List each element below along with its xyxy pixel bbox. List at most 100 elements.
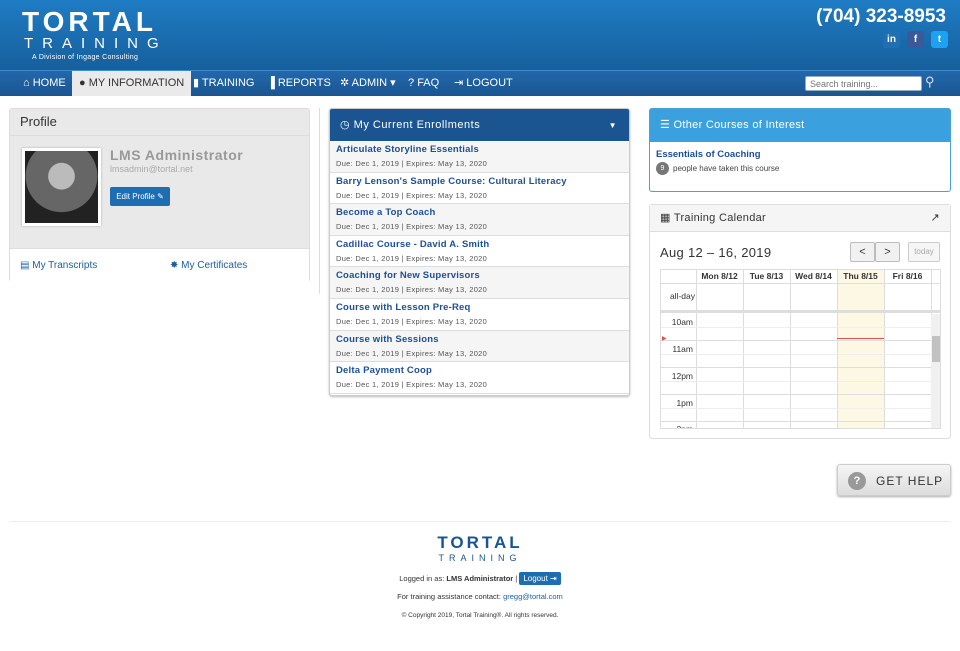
course-due: Due: Dec 1, 2019 | Expires: May 13, 2020 — [336, 253, 488, 263]
home-icon: ⌂ — [23, 77, 33, 89]
grid-line — [661, 327, 940, 328]
profile-title: Profile — [10, 109, 309, 136]
book-icon: ▮ — [193, 77, 202, 89]
nav-my-information[interactable]: ● MY INFORMATION — [72, 71, 192, 96]
footer-logo-sub: TRAINING — [438, 553, 522, 563]
logo-main: TORTAL — [22, 6, 157, 37]
get-help-label: GET HELP — [876, 474, 944, 488]
now-indicator — [837, 338, 884, 339]
get-help-button[interactable]: ? GET HELP — [837, 464, 951, 496]
social-links: in f t — [883, 31, 948, 48]
assist-email-link[interactable]: gregg@tortal.com — [503, 592, 563, 601]
list-item[interactable]: Delta Payment Coop Due: Dec 1, 2019 | Exp… — [330, 362, 629, 394]
other-course-link[interactable]: Essentials of Coaching — [656, 149, 950, 160]
nav-logout[interactable]: ⇥ LOGOUT — [447, 71, 520, 96]
main-nav: ⌂ HOME ● MY INFORMATION ▮ TRAINING ▐ REP… — [0, 70, 960, 96]
logo[interactable]: TORTAL TRAINING A Division of Ingage Con… — [22, 6, 168, 62]
nav-reports[interactable]: ▐ REPORTS — [260, 71, 338, 96]
facebook-icon[interactable]: f — [907, 31, 924, 48]
list-item[interactable]: Coaching for New Supervisors Due: Dec 1, … — [330, 267, 629, 299]
course-title[interactable]: Coaching for New Supervisors — [336, 270, 623, 281]
edit-profile-button[interactable]: Edit Profile ✎ — [110, 187, 170, 206]
assist-prefix: For training assistance contact: — [397, 592, 501, 601]
my-certificates-link[interactable]: ✸ My Certificates — [170, 260, 247, 271]
course-due: Due: Dec 1, 2019 | Expires: May 13, 2020 — [336, 285, 488, 295]
nav-training-label: TRAINING — [201, 77, 255, 89]
copyright: © Copyright 2019, Tortal Training®. All … — [401, 612, 559, 619]
day-column — [790, 270, 791, 428]
grid-line — [661, 421, 940, 422]
day-header: Wed 8/14 — [795, 271, 832, 281]
list-icon: ▤ — [20, 260, 33, 271]
my-transcripts-link[interactable]: ▤ My Transcripts — [20, 260, 97, 271]
course-title[interactable]: Cadillac Course - David A. Smith — [336, 239, 623, 250]
scrollbar-thumb[interactable] — [932, 336, 940, 362]
my-transcripts-label: My Transcripts — [32, 260, 98, 271]
grid-line — [661, 367, 940, 368]
time-label: 12pm — [671, 371, 693, 381]
training-calendar: ▦ Training Calendar ↗ Aug 12 – 16, 2019 … — [649, 204, 951, 439]
nav-home[interactable]: ⌂ HOME — [16, 71, 73, 96]
linkedin-icon[interactable]: in — [883, 31, 900, 48]
count-badge: 9 — [656, 162, 669, 175]
edit-icon: ✎ — [157, 192, 164, 201]
list-item[interactable]: Cadillac Course - David A. Smith Due: Dec… — [330, 236, 629, 268]
footer-logout-button[interactable]: Logout ⇥ — [519, 572, 561, 585]
site-header: TORTAL TRAINING A Division of Ingage Con… — [0, 0, 960, 70]
gear-icon: ✲ — [340, 77, 352, 89]
day-column — [837, 270, 838, 428]
allday-label: all-day — [669, 291, 695, 301]
day-header: Tue 8/13 — [749, 271, 784, 281]
other-courses-header: ☰ Other Courses of Interest — [650, 109, 950, 142]
chevron-down-icon[interactable]: ▼ — [609, 109, 617, 143]
calendar-scrollbar[interactable] — [931, 314, 940, 428]
user-icon: ● — [79, 77, 89, 89]
course-title[interactable]: Become a Top Coach — [336, 207, 623, 218]
search-icon[interactable]: ⚲ — [925, 74, 941, 90]
grid-line — [661, 354, 940, 355]
external-link-icon[interactable]: ↗ — [930, 205, 940, 232]
calendar-next-button[interactable]: > — [875, 242, 900, 262]
calendar-prev-button[interactable]: < — [850, 242, 875, 262]
course-title[interactable]: Barry Lenson's Sample Course: Cultural L… — [336, 176, 623, 187]
footer-logo-main: TORTAL — [437, 533, 523, 552]
clock-icon: ◷ — [340, 119, 354, 131]
nav-faq[interactable]: ? FAQ — [401, 71, 446, 96]
grid-line — [661, 394, 940, 395]
assist-line: For training assistance contact: gregg@t… — [0, 592, 960, 601]
nav-my-information-label: MY INFORMATION — [88, 77, 185, 89]
time-label: 10am — [671, 317, 693, 327]
search-input[interactable] — [805, 76, 922, 91]
bar-chart-icon: ▐ — [267, 77, 278, 89]
enrollments-header[interactable]: ◷ My Current Enrollments ▼ — [330, 109, 629, 141]
time-label: 2pm — [676, 424, 693, 429]
nav-logout-label: LOGOUT — [466, 77, 513, 89]
my-certificates-label: My Certificates — [181, 260, 248, 271]
list-item[interactable]: Barry Lenson's Sample Course: Cultural L… — [330, 173, 629, 205]
list-item[interactable]: Become a Top Coach Due: Dec 1, 2019 | Exp… — [330, 204, 629, 236]
course-title[interactable]: Course with Lesson Pre-Req — [336, 302, 623, 313]
list-item[interactable]: Articulate Storyline Essentials Due: Dec … — [330, 141, 629, 173]
list-item[interactable]: Course with Lesson Pre-Req Due: Dec 1, 20… — [330, 299, 629, 331]
enrollments-title: My Current Enrollments — [353, 119, 481, 131]
divider — [319, 108, 320, 294]
phone-number: (704) 323-8953 — [816, 6, 946, 27]
grid-line — [661, 340, 940, 341]
course-title[interactable]: Course with Sessions — [336, 334, 623, 345]
course-due: Due: Dec 1, 2019 | Expires: May 13, 2020 — [336, 348, 488, 358]
chevron-down-icon: ▾ — [387, 77, 396, 89]
list-item[interactable]: Course with Sessions Due: Dec 1, 2019 | E… — [330, 330, 629, 363]
twitter-icon[interactable]: t — [931, 31, 948, 48]
footer-divider — [9, 521, 951, 522]
grid-line — [661, 381, 940, 382]
course-title[interactable]: Delta Payment Coop — [336, 365, 623, 376]
now-arrow-icon: ▶ — [662, 336, 667, 342]
nav-training[interactable]: ▮ TRAINING — [186, 71, 261, 96]
calendar-title: Training Calendar — [673, 212, 766, 224]
calendar-header: ▦ Training Calendar ↗ — [650, 205, 950, 232]
avatar — [22, 148, 101, 226]
logout-icon: ⇥ — [454, 77, 467, 89]
nav-admin[interactable]: ✲ ADMIN ▾ — [333, 71, 403, 96]
calendar-today-button[interactable]: today — [908, 242, 940, 262]
course-title[interactable]: Articulate Storyline Essentials — [336, 144, 623, 155]
